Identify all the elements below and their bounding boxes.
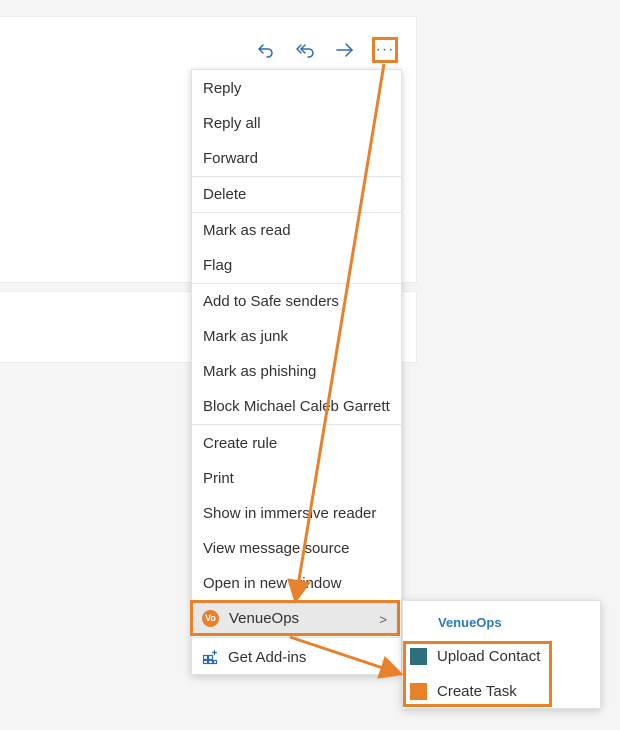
addins-grid-icon <box>202 650 218 665</box>
menu-item-open-new-window[interactable]: Open in new window <box>192 566 401 601</box>
submenu-item-create-task[interactable]: Create Task <box>410 676 550 706</box>
menu-item-get-addins[interactable]: Get Add-ins <box>192 640 400 674</box>
menu-item-mark-as-phishing[interactable]: Mark as phishing <box>192 354 401 389</box>
menu-item-mark-as-junk[interactable]: Mark as junk <box>192 319 401 354</box>
more-actions-menu: Reply Reply all Forward Delete Mark as r… <box>191 69 402 675</box>
menu-item-view-source[interactable]: View message source <box>192 531 401 566</box>
menu-item-add-safe-senders[interactable]: Add to Safe senders <box>192 284 401 319</box>
forward-icon[interactable] <box>332 37 358 63</box>
menu-item-block-sender[interactable]: Block Michael Caleb Garrett <box>192 389 401 424</box>
menu-item-create-rule[interactable]: Create rule <box>192 426 401 461</box>
menu-item-print[interactable]: Print <box>192 461 401 496</box>
upload-contact-label: Upload Contact <box>437 647 541 665</box>
reply-icon[interactable] <box>253 37 279 63</box>
reply-all-icon[interactable] <box>292 37 318 63</box>
menu-item-venueops[interactable]: Vo VenueOps > <box>190 600 400 636</box>
menu-divider <box>192 424 401 425</box>
menu-item-delete[interactable]: Delete <box>192 177 401 212</box>
venueops-logo-icon: Vo <box>202 609 219 627</box>
create-task-icon <box>410 682 427 700</box>
chevron-right-icon: > <box>379 612 387 627</box>
submenu-title: VenueOps <box>438 615 502 630</box>
get-addins-label: Get Add-ins <box>228 648 307 666</box>
venueops-label: VenueOps <box>229 609 300 627</box>
menu-item-immersive-reader[interactable]: Show in immersive reader <box>192 496 401 531</box>
more-actions-button[interactable]: ··· <box>372 37 398 63</box>
menu-divider <box>192 637 401 638</box>
submenu-item-upload-contact[interactable]: Upload Contact <box>410 641 550 671</box>
menu-item-forward[interactable]: Forward <box>192 141 401 176</box>
upload-contact-icon <box>410 647 427 665</box>
menu-item-flag[interactable]: Flag <box>192 248 401 283</box>
more-icon: ··· <box>375 41 395 58</box>
menu-item-reply-all[interactable]: Reply all <box>192 106 401 141</box>
create-task-label: Create Task <box>437 682 517 700</box>
menu-item-mark-as-read[interactable]: Mark as read <box>192 213 401 248</box>
menu-item-reply[interactable]: Reply <box>192 71 401 106</box>
